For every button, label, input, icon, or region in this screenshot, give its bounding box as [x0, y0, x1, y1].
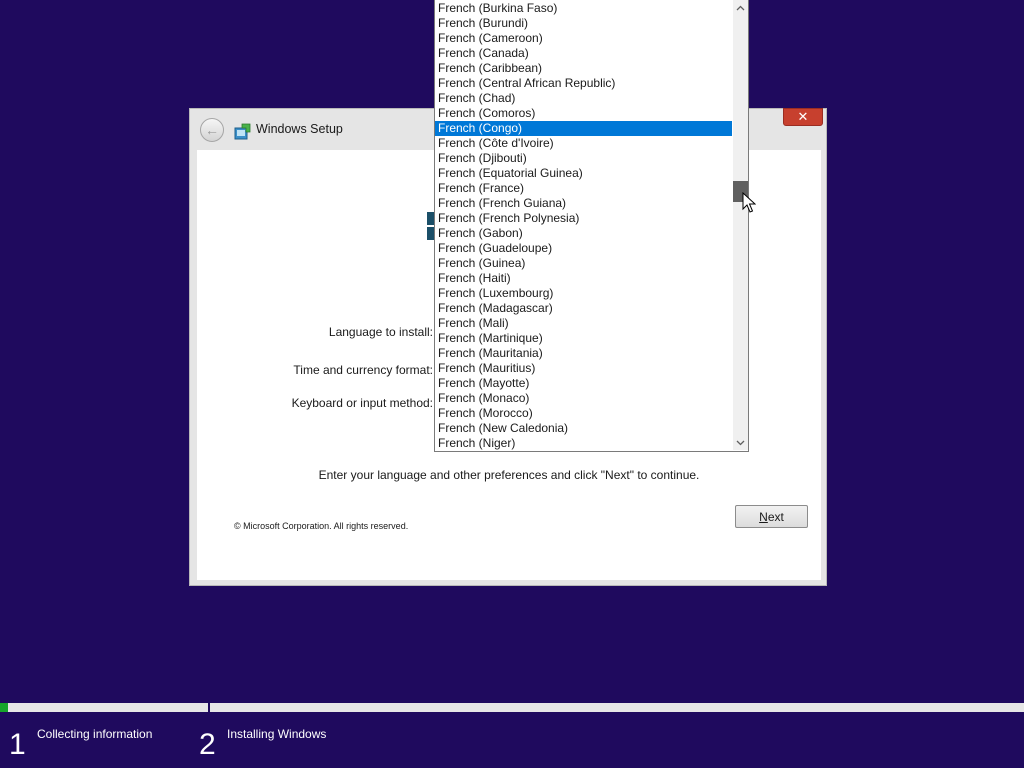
dropdown-option[interactable]: French (Côte d'Ivoire): [435, 136, 732, 151]
dropdown-option[interactable]: French (Canada): [435, 46, 732, 61]
step-2-label: Installing Windows: [227, 727, 327, 741]
step-divider: [208, 701, 210, 714]
dropdown-option[interactable]: French (Burundi): [435, 16, 732, 31]
progress-fill: [0, 703, 9, 712]
dropdown-option[interactable]: French (Madagascar): [435, 301, 732, 316]
dropdown-option[interactable]: French (Cameroon): [435, 31, 732, 46]
instruction-text: Enter your language and other preference…: [318, 468, 700, 482]
dropdown-option[interactable]: French (Comoros): [435, 106, 732, 121]
copyright-text: © Microsoft Corporation. All rights rese…: [234, 521, 409, 531]
chevron-up-icon: [736, 5, 745, 10]
dropdown-option[interactable]: French (Equatorial Guinea): [435, 166, 732, 181]
progress-track: [0, 703, 1024, 712]
dropdown-option[interactable]: French (Haiti): [435, 271, 732, 286]
dropdown-option[interactable]: French (Niger): [435, 436, 732, 451]
dropdown-option[interactable]: French (Chad): [435, 91, 732, 106]
scroll-up-button[interactable]: [733, 0, 748, 15]
scroll-down-button[interactable]: [733, 435, 748, 450]
step-1-label: Collecting information: [37, 727, 153, 741]
back-button[interactable]: ←: [200, 118, 224, 142]
back-arrow-icon: ←: [205, 122, 219, 138]
next-button-label: Next: [759, 509, 784, 524]
dropdown-option[interactable]: French (Congo): [435, 121, 732, 136]
next-button[interactable]: Next: [735, 505, 808, 528]
dropdown-option[interactable]: French (Caribbean): [435, 61, 732, 76]
close-icon: ✕: [797, 109, 809, 124]
step-2-number: 2: [199, 728, 216, 761]
dropdown-option[interactable]: French (Morocco): [435, 406, 732, 421]
option-list: French (Burkina Faso) French (Burundi) Fre…: [435, 1, 732, 451]
dropdown-option[interactable]: French (France): [435, 181, 732, 196]
step-1-number: 1: [9, 728, 26, 761]
dropdown-option[interactable]: French (New Caledonia): [435, 421, 732, 436]
dropdown-option[interactable]: French (Gabon): [435, 226, 732, 241]
language-label: Language to install:: [328, 325, 433, 339]
chevron-down-icon: [736, 440, 745, 445]
close-button[interactable]: ✕: [783, 108, 823, 126]
dropdown-option[interactable]: French (Mauritius): [435, 361, 732, 376]
dropdown-option[interactable]: French (Martinique): [435, 331, 732, 346]
dropdown-option[interactable]: French (Guadeloupe): [435, 241, 732, 256]
dropdown-option[interactable]: French (Mauritania): [435, 346, 732, 361]
time-currency-label: Time and currency format:: [293, 363, 433, 377]
dropdown-option[interactable]: French (French Guiana): [435, 196, 732, 211]
dropdown-option[interactable]: French (Mayotte): [435, 376, 732, 391]
dropdown-option[interactable]: French (Burkina Faso): [435, 1, 732, 16]
dropdown-option[interactable]: French (Luxembourg): [435, 286, 732, 301]
setup-icon: [234, 123, 251, 140]
dropdown-option[interactable]: French (Djibouti): [435, 151, 732, 166]
dropdown-option[interactable]: French (Central African Republic): [435, 76, 732, 91]
dropdown-option[interactable]: French (Monaco): [435, 391, 732, 406]
keyboard-label: Keyboard or input method:: [291, 396, 433, 410]
mouse-cursor-icon: [742, 192, 756, 213]
language-dropdown-list[interactable]: French (Burkina Faso) French (Burundi) Fre…: [434, 0, 749, 452]
vertical-scrollbar[interactable]: [733, 0, 748, 450]
window-title: Windows Setup: [256, 122, 343, 136]
dropdown-option[interactable]: French (French Polynesia): [435, 211, 732, 226]
dropdown-option[interactable]: French (Mali): [435, 316, 732, 331]
dropdown-option[interactable]: French (Guinea): [435, 256, 732, 271]
